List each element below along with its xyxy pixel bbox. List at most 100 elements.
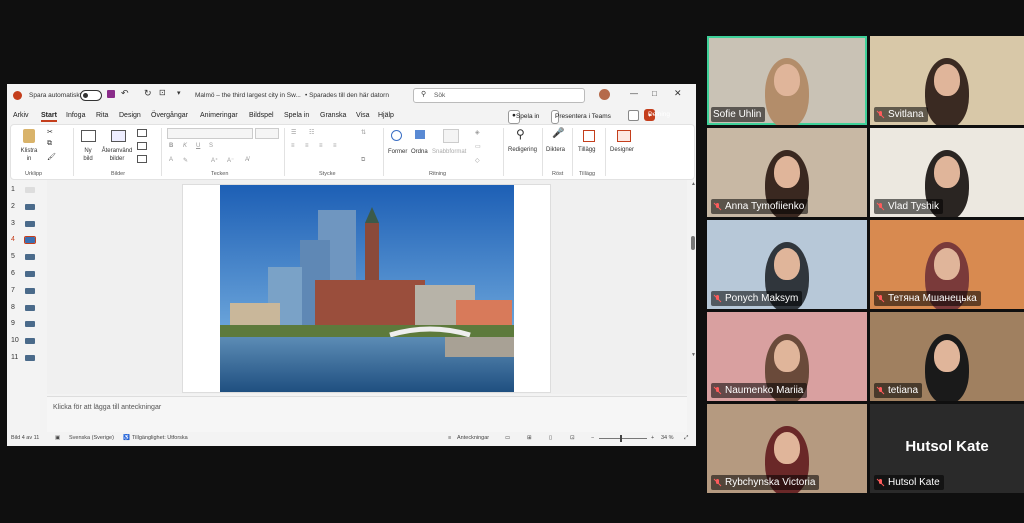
italic-button[interactable]: K xyxy=(183,143,187,149)
cut-icon[interactable]: ✂ xyxy=(47,128,53,136)
designer-icon[interactable] xyxy=(617,130,631,142)
slide-thumbnail[interactable] xyxy=(25,254,35,261)
participant-tile[interactable]: tetiana xyxy=(870,312,1024,401)
font-color-icon[interactable]: A xyxy=(169,157,173,163)
designer-button[interactable]: Designer xyxy=(610,147,634,153)
present-in-teams-button[interactable]: Presentera i Teams xyxy=(551,110,611,124)
present-icon[interactable]: ⊡ xyxy=(159,88,166,97)
reuse-slides-button[interactable]: Återanvänd bilder xyxy=(101,147,133,163)
grow-font-icon[interactable]: A⁺ xyxy=(211,157,218,164)
align-right-icon[interactable]: ≡ xyxy=(319,143,323,149)
clear-format-icon[interactable]: A̸ xyxy=(245,157,249,163)
save-status[interactable]: • Sparades till den här datorn xyxy=(305,92,389,99)
zoom-in-icon[interactable]: + xyxy=(651,435,654,441)
sorter-view-icon[interactable]: ⊞ xyxy=(527,435,532,441)
tab-infoga[interactable]: Infoga xyxy=(66,112,85,119)
share-button[interactable]: Delning ▾ xyxy=(644,109,670,121)
tab-overgangar[interactable]: Övergångar xyxy=(151,112,188,119)
tab-animeringar[interactable]: Animeringar xyxy=(200,112,238,119)
slide-thumbnail[interactable] xyxy=(25,321,35,328)
participant-tile[interactable]: Anna Tymofiienko xyxy=(707,128,867,217)
reuse-slides-icon[interactable] xyxy=(111,130,126,142)
shrink-font-icon[interactable]: A⁻ xyxy=(227,157,234,164)
participant-tile[interactable]: Vlad Tyshik xyxy=(870,128,1024,217)
reset-icon[interactable] xyxy=(137,142,147,150)
dictate-icon[interactable]: 🎤 xyxy=(552,128,564,139)
accessibility-icon[interactable]: ♿ xyxy=(123,435,130,441)
slideshow-icon[interactable]: ⊡ xyxy=(570,435,575,441)
slide-thumbnail[interactable] xyxy=(25,338,35,345)
redo-icon[interactable]: ↻ xyxy=(144,88,152,99)
autosave-toggle[interactable] xyxy=(80,90,102,101)
highlight-icon[interactable]: ✎ xyxy=(183,157,188,164)
close-icon[interactable]: ✕ xyxy=(674,88,682,99)
slide-thumbnail[interactable] xyxy=(25,304,35,311)
slide-thumbnail[interactable] xyxy=(24,236,36,245)
slide-thumbnail[interactable] xyxy=(25,355,35,361)
zoom-slider[interactable] xyxy=(599,438,647,439)
tab-spela-in[interactable]: Spela in xyxy=(284,112,309,119)
shape-effects-icon[interactable]: ◇ xyxy=(475,157,480,164)
addins-button[interactable]: Tillägg xyxy=(578,147,595,153)
notes-icon[interactable]: ≡ xyxy=(448,435,451,441)
tab-granska[interactable]: Granska xyxy=(320,112,346,119)
participant-tile-no-video[interactable]: Hutsol Kate Hutsol Kate xyxy=(870,404,1024,493)
reading-view-icon[interactable]: ▯ xyxy=(549,435,552,441)
dictate-button[interactable]: Diktera xyxy=(546,147,565,153)
participant-tile[interactable]: Ponych Maksym xyxy=(707,220,867,309)
tab-hjalp[interactable]: Hjälp xyxy=(378,112,394,119)
bullets-icon[interactable]: ☰ xyxy=(291,129,296,136)
vertical-scrollbar[interactable]: ▲ ▼ xyxy=(690,180,696,394)
customize-icon[interactable]: ▾ xyxy=(177,89,181,97)
paste-button[interactable]: Klistra in xyxy=(19,147,39,163)
tab-design[interactable]: Design xyxy=(119,112,141,119)
addins-icon[interactable] xyxy=(583,130,595,142)
maximize-icon[interactable]: □ xyxy=(652,89,657,98)
avatar[interactable] xyxy=(599,89,610,100)
language-indicator[interactable]: Svenska (Sverige) xyxy=(69,435,114,441)
participant-tile[interactable]: Sofie Uhlin xyxy=(707,36,867,125)
minimize-icon[interactable]: — xyxy=(630,89,638,98)
tab-arkiv[interactable]: Arkiv xyxy=(13,112,29,119)
find-icon[interactable]: ⚲ xyxy=(516,127,525,141)
tab-visa[interactable]: Visa xyxy=(356,112,370,119)
tab-start[interactable]: Start xyxy=(41,112,57,122)
slide-thumbnail[interactable] xyxy=(25,287,35,294)
arrange-icon[interactable] xyxy=(415,130,425,139)
accessibility-status[interactable]: Tillgänglighet: Utforska xyxy=(132,435,188,441)
shape-outline-icon[interactable]: ▭ xyxy=(475,143,481,150)
zoom-slider-thumb[interactable] xyxy=(620,435,622,442)
notes-placeholder[interactable]: Klicka för att lägga till anteckningar xyxy=(53,404,161,411)
layout-icon[interactable] xyxy=(137,129,147,137)
participant-tile[interactable]: Svitlana xyxy=(870,36,1024,125)
current-slide[interactable] xyxy=(182,184,551,393)
numbering-icon[interactable]: ☷ xyxy=(309,129,314,136)
save-icon[interactable] xyxy=(107,90,115,98)
tab-rita[interactable]: Rita xyxy=(96,112,108,119)
underline-button[interactable]: U xyxy=(196,143,200,149)
strikethrough-button[interactable]: S xyxy=(209,143,213,149)
notes-toggle[interactable]: Anteckningar xyxy=(457,435,489,441)
normal-view-icon[interactable]: ▭ xyxy=(505,435,510,441)
slide-thumbnail[interactable] xyxy=(25,203,35,210)
participant-tile[interactable]: Тетяна Мшанецька xyxy=(870,220,1024,309)
paste-icon[interactable] xyxy=(23,129,35,143)
shapes-icon[interactable] xyxy=(391,130,402,141)
bold-button[interactable]: B xyxy=(169,143,173,149)
quick-styles-button[interactable]: Snabbformat xyxy=(432,149,466,155)
search-input[interactable]: Sök xyxy=(434,92,445,99)
convert-smartart-icon[interactable]: ⧉ xyxy=(361,157,365,164)
shapes-button[interactable]: Former xyxy=(388,149,407,155)
font-family-select[interactable] xyxy=(167,128,253,139)
new-slide-button[interactable]: Ny bild xyxy=(81,147,95,163)
notes-pane[interactable]: Klicka för att lägga till anteckningar xyxy=(47,396,687,433)
text-direction-icon[interactable]: ⇅ xyxy=(361,129,366,136)
arrange-button[interactable]: Ordna xyxy=(411,149,428,155)
justify-icon[interactable]: ≡ xyxy=(333,143,337,149)
comments-icon[interactable] xyxy=(628,110,639,121)
slide-editor[interactable] xyxy=(47,180,687,394)
zoom-level[interactable]: 34 % xyxy=(661,435,674,441)
align-left-icon[interactable]: ≡ xyxy=(291,143,295,149)
copy-icon[interactable]: ⧉ xyxy=(47,140,52,148)
editing-button[interactable]: Redigering xyxy=(508,147,537,153)
